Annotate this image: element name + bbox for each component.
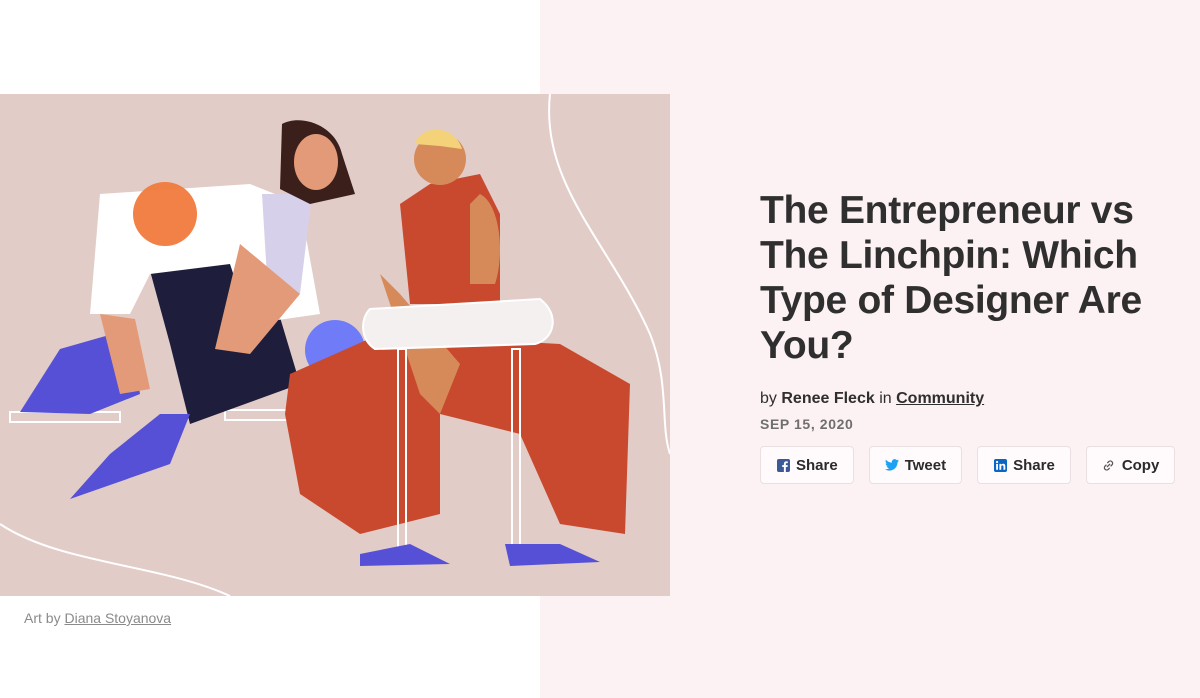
twitter-tweet-button[interactable]: Tweet xyxy=(868,446,963,484)
caption-prefix: Art by xyxy=(24,610,61,626)
copy-link-label: Copy xyxy=(1121,456,1160,474)
twitter-icon xyxy=(884,458,899,472)
category-link[interactable]: Community xyxy=(896,390,984,407)
article-header: The Entrepreneur vs The Linchpin: Which … xyxy=(760,188,1180,484)
byline-in: in xyxy=(879,390,892,407)
illustration-two-women-sitting xyxy=(0,94,670,596)
artist-link[interactable]: Diana Stoyanova xyxy=(64,610,171,626)
facebook-share-button[interactable]: Share xyxy=(760,446,854,484)
hero-illustration xyxy=(0,94,670,596)
publish-date: SEP 15, 2020 xyxy=(760,416,854,432)
linkedin-share-button[interactable]: Share xyxy=(977,446,1071,484)
link-icon xyxy=(1102,458,1116,472)
article-title: The Entrepreneur vs The Linchpin: Which … xyxy=(760,189,1142,367)
share-buttons: Share Tweet Share Copy xyxy=(760,446,1180,484)
copy-link-button[interactable]: Copy xyxy=(1085,446,1176,484)
facebook-share-label: Share xyxy=(796,456,838,474)
linkedin-icon xyxy=(993,458,1007,472)
byline-prefix: by xyxy=(760,390,777,407)
twitter-tweet-label: Tweet xyxy=(904,456,947,474)
image-caption: Art by Diana Stoyanova xyxy=(24,610,171,626)
linkedin-share-label: Share xyxy=(1013,456,1055,474)
author-name: Renee Fleck xyxy=(781,390,875,407)
byline: by Renee Fleck in Community xyxy=(760,390,1180,408)
facebook-icon xyxy=(776,458,790,472)
